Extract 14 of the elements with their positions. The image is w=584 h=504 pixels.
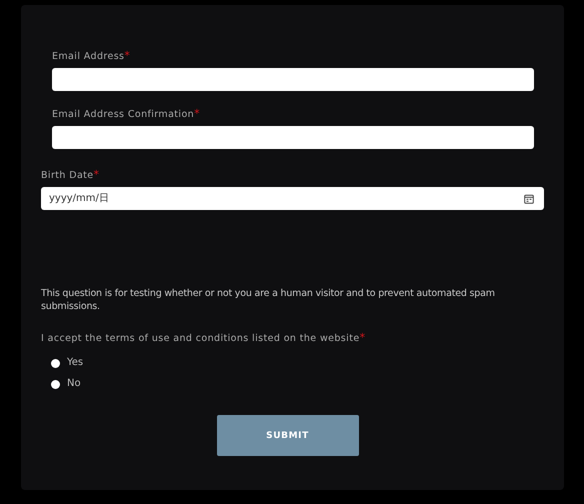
field-label: Birth Date* [41,168,100,183]
option-label: No [67,378,81,389]
email-field[interactable] [52,68,534,91]
radio-button[interactable] [51,359,60,368]
date-field[interactable]: yyyy/mm/日 [41,187,544,210]
field-label: Email Address Confirmation* [52,107,201,122]
email-field[interactable] [52,126,534,149]
question-text: This question is for testing whether or not you are a human visitor and to prevent automated spam submissions. [41,287,496,313]
option-label: Yes [67,357,84,368]
terms-label: I accept the terms of use and conditions listed on the website* [41,331,366,346]
field-label: Email Address* [52,49,132,64]
submit-button[interactable]: SUBMIT [216,415,358,456]
radio-button[interactable] [51,380,60,389]
calendar-icon[interactable] [524,194,534,204]
